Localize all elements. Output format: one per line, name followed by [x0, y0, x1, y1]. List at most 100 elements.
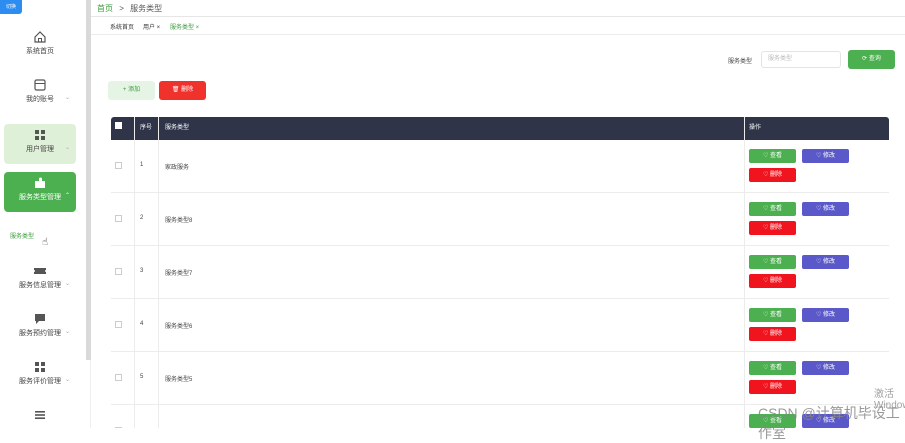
sidebar: 切换 系统首页 我的账号 ⌄ 用户管理 ⌄ 服务类型管理 ⌃ 服务类型 ☝ 服务… [0, 0, 91, 428]
account-icon [34, 79, 46, 91]
edit-button[interactable]: ♡ 修改 [802, 149, 849, 163]
row-checkbox[interactable] [115, 268, 122, 275]
chevron-up-icon: ⌃ [64, 193, 70, 199]
ticket-icon [34, 268, 46, 274]
breadcrumb-current: 服务类型 [130, 4, 163, 13]
heart-icon: ♡ [762, 225, 771, 231]
heart-icon: ♡ [762, 312, 771, 318]
chevron-down-icon: ⌄ [64, 145, 70, 151]
heart-icon: ♡ [762, 384, 771, 390]
view-button[interactable]: ♡ 查看 [749, 202, 796, 216]
heart-icon: ♡ [762, 153, 771, 159]
row-type: 服务类型8 [165, 218, 193, 224]
delete-button[interactable]: ♡ 删除 [749, 380, 796, 394]
row-checkbox[interactable] [115, 374, 122, 381]
heart-icon: ♡ [762, 206, 771, 212]
table-row: 1 家政服务 ♡ 查看 ♡ 修改 ♡ 删除 [111, 140, 889, 193]
sidebar-item-users[interactable]: 用户管理 ⌄ [4, 124, 76, 164]
delete-button[interactable]: ♡ 删除 [749, 221, 796, 235]
sidebar-item-label: 系统首页 [26, 48, 54, 55]
sidebar-item-service-info[interactable]: 服务信息管理 ⌄ [4, 260, 76, 300]
row-index: 2 [140, 215, 144, 221]
row-index: 4 [140, 321, 144, 327]
table-header: 序号 服务类型 操作 [111, 117, 889, 140]
header-type: 服务类型 [165, 125, 190, 131]
heart-icon: ♡ [815, 365, 824, 371]
sidebar-item-service-review[interactable]: 服务评价管理 ⌄ [4, 356, 76, 396]
grid-icon [35, 362, 45, 372]
tag-service-type[interactable]: 服务类型 × [170, 22, 199, 31]
heart-icon: ♡ [762, 331, 771, 337]
edit-button[interactable]: ♡ 修改 [802, 202, 849, 216]
view-button[interactable]: ♡ 查看 [749, 361, 796, 375]
sidebar-item-home[interactable]: 系统首页 [4, 26, 76, 66]
tag-bar: 系统首页 用户 × 服务类型 × [91, 17, 905, 35]
breadcrumb-home[interactable]: 首页 [97, 4, 113, 13]
sidebar-item-account[interactable]: 我的账号 ⌄ [4, 74, 76, 114]
chevron-down-icon: ⌄ [64, 377, 70, 383]
row-index: 1 [140, 162, 144, 168]
chevron-down-icon: ⌄ [64, 329, 70, 335]
row-type: 服务类型6 [165, 324, 193, 330]
heart-icon: ♡ [815, 153, 824, 159]
heart-icon: ♡ [762, 365, 771, 371]
sidebar-item-more[interactable] [4, 404, 76, 428]
heart-icon: ♡ [815, 206, 824, 212]
row-index: 3 [140, 268, 144, 274]
search-label: 服务类型 [728, 59, 753, 65]
breadcrumb-separator: > [119, 4, 124, 13]
heart-icon: ♡ [762, 278, 771, 284]
row-checkbox[interactable] [115, 162, 122, 169]
heart-icon: ♡ [762, 172, 771, 178]
hand-cursor-icon: ☝ [42, 237, 49, 248]
heart-icon: ♡ [815, 259, 824, 265]
trash-icon: 🗑 [171, 87, 180, 93]
puzzle-icon [35, 177, 45, 188]
table-row: 5 服务类型5 ♡ 查看 ♡ 修改 ♡ 删除 [111, 352, 889, 405]
main-content: 首页 > 服务类型 系统首页 用户 × 服务类型 × 服务类型 服务类型 ⟳ 查… [91, 0, 905, 441]
chevron-down-icon: ⌄ [64, 95, 70, 101]
edit-button[interactable]: ♡ 修改 [802, 308, 849, 322]
edit-button[interactable]: ♡ 修改 [802, 361, 849, 375]
breadcrumb: 首页 > 服务类型 [97, 3, 162, 14]
switch-button[interactable]: 切换 [0, 0, 22, 14]
edit-button[interactable]: ♡ 修改 [802, 255, 849, 269]
header-index: 序号 [140, 125, 153, 131]
delete-button[interactable]: ♡ 删除 [749, 274, 796, 288]
csdn-watermark: CSDN @计算机毕设工作室 [758, 405, 900, 441]
row-checkbox[interactable] [115, 215, 122, 222]
search-input[interactable]: 服务类型 [761, 51, 841, 68]
delete-button[interactable]: ♡ 删除 [749, 327, 796, 341]
row-type: 服务类型7 [165, 271, 193, 277]
view-button[interactable]: ♡ 查看 [749, 149, 796, 163]
header-ops: 操作 [749, 125, 762, 131]
delete-button[interactable]: ♡ 删除 [749, 168, 796, 182]
sidebar-item-service-type[interactable]: 服务类型管理 ⌃ [4, 172, 76, 212]
message-icon [35, 314, 45, 324]
row-index: 5 [140, 374, 144, 380]
table-row: 2 服务类型8 ♡ 查看 ♡ 修改 ♡ 删除 [111, 193, 889, 246]
plus-icon: + [122, 87, 127, 93]
chevron-down-icon: ⌄ [64, 281, 70, 287]
data-table: 序号 服务类型 操作 1 家政服务 ♡ 查看 ♡ 修改 ♡ 删除 2 服务类型8 ♡ 查看 ♡ … [111, 117, 889, 428]
select-all-checkbox[interactable] [115, 122, 122, 129]
view-button[interactable]: ♡ 查看 [749, 255, 796, 269]
home-icon [34, 31, 46, 43]
search-button[interactable]: ⟳ 查询 [848, 50, 895, 69]
view-button[interactable]: ♡ 查看 [749, 308, 796, 322]
grid-icon [35, 130, 45, 140]
submenu-item-service-type[interactable]: 服务类型 [10, 231, 34, 240]
tag-home[interactable]: 系统首页 [110, 22, 134, 31]
table-row: 3 服务类型7 ♡ 查看 ♡ 修改 ♡ 删除 [111, 246, 889, 299]
table-row: 4 服务类型6 ♡ 查看 ♡ 修改 ♡ 删除 [111, 299, 889, 352]
row-checkbox[interactable] [115, 321, 122, 328]
row-type: 服务类型5 [165, 377, 193, 383]
row-type: 家政服务 [165, 165, 190, 171]
heart-icon: ♡ [815, 312, 824, 318]
batch-delete-button[interactable]: 🗑 删除 [159, 81, 206, 100]
search-icon: ⟳ [862, 56, 868, 62]
heart-icon: ♡ [762, 259, 771, 265]
tag-users[interactable]: 用户 × [143, 22, 160, 31]
add-button[interactable]: + 添加 [108, 81, 155, 100]
sidebar-item-service-booking[interactable]: 服务预约管理 ⌄ [4, 308, 76, 348]
